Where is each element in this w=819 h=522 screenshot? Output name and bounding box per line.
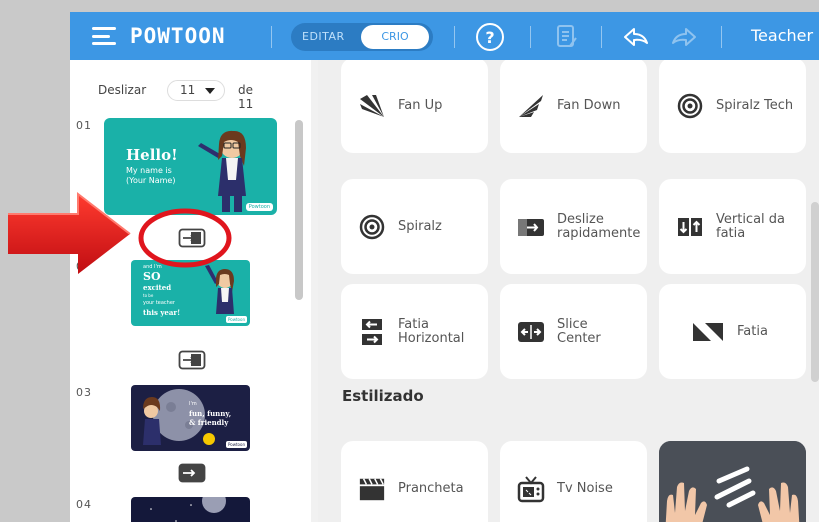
slide-text: (Your Name) [126,176,176,185]
slide-text: to be [143,293,154,298]
top-toolbar: POWTOON EDITAR CRIO ? Teacher [70,12,819,60]
slide-text: I'm [189,401,197,407]
slide-text-big: SO [143,270,161,283]
transition-label: Spiralz [398,218,442,234]
spiral-icon [676,92,704,120]
transition-label: Spiralz Tech [716,97,794,113]
slide-text: excited [143,283,172,292]
vertical-slice-icon [676,213,704,241]
transitions-panel: Fan Up Fan Down Spiralz Tech Spiralz Des… [318,60,819,522]
slide-thumbnail[interactable] [131,497,250,522]
slide-number-select[interactable]: 11 [167,80,225,101]
slide-number: 01 [76,119,92,132]
divider [530,26,531,48]
notes-icon[interactable] [553,23,581,51]
transition-label: Fan Up [398,97,443,113]
transition-fatia-horizontal[interactable]: Fatia Horizontal [341,284,488,379]
slide-total-label: de 11 [238,83,254,111]
fan-down-icon [517,92,545,120]
transition-label: Fan Down [557,97,621,113]
teacher-character-illustration [205,265,234,314]
divider [454,26,455,48]
transition-icon [178,228,206,248]
slide-thumbnail[interactable]: I'm fun, funny, & friendly Powtoon [131,385,250,451]
slide-title: Hello! [126,146,178,164]
transition-fan-down[interactable]: Fan Down [500,60,647,153]
powtoon-logo: POWTOON [130,24,226,48]
slide-text: fun, funny, [189,409,232,418]
slide-text: & friendly [189,418,229,427]
help-icon[interactable]: ? [476,23,504,51]
mode-editar-option[interactable]: EDITAR [302,30,345,43]
slide-number: 04 [76,498,92,511]
transition-prancheta[interactable]: Prancheta [341,441,488,522]
divider [601,26,602,48]
slides-panel: Deslizar 11 de 11 01 Hello! My name is (… [70,60,311,522]
night-sky-illustration [150,497,226,522]
spiral-icon [358,213,386,241]
transition-label: Fatia [737,323,768,339]
slide-number: 03 [76,386,92,399]
transition-label: Vertical da fatia [716,211,786,241]
mode-crio-option[interactable]: CRIO [361,25,429,49]
transition-spiralz[interactable]: Spiralz [341,179,488,274]
menu-icon[interactable] [92,27,116,45]
transition-spiralz-tech[interactable]: Spiralz Tech [659,60,806,153]
add-transition-button[interactable] [178,350,206,370]
horizontal-slice-icon [358,318,386,346]
caret-down-icon [205,88,215,94]
slide-thumbnail[interactable]: and I'm SO excited to be your teacher th… [131,260,250,326]
transition-icon [178,463,206,483]
slides-scrollbar[interactable] [295,120,303,300]
slide-text: your teacher [143,300,175,306]
transition-fatia[interactable]: Fatia [659,284,806,379]
transition-deslize-rapidamente[interactable]: Deslize rapidamente [500,179,647,274]
powtoon-badge: Powtoon [226,316,247,323]
teacher-character-illustration [198,130,246,212]
transition-label: Deslize rapidamente [557,211,641,241]
slide-label: Deslizar [98,83,147,97]
slide-thumbnail[interactable]: Hello! My name is (Your Name) Powtoon [104,118,277,215]
transition-vertical-da-fatia[interactable]: Vertical da fatia [659,179,806,274]
tv-icon [517,475,545,503]
add-transition-button[interactable] [178,228,206,248]
divider [271,26,272,48]
transition-icon [178,350,206,370]
add-transition-button[interactable] [178,463,206,483]
clapperboard-icon [358,475,386,503]
undo-icon[interactable] [622,23,650,51]
transition-label: Slice Center [557,316,601,346]
transition-label: Tv Noise [557,480,613,496]
slide-text: this year! [143,308,181,317]
mode-toggle[interactable]: EDITAR CRIO [291,23,433,51]
hands-transition-preview-illustration [659,441,806,522]
section-title-stylized: Estilizado [342,387,424,405]
powtoon-badge: Powtoon [226,441,247,448]
divider [721,26,722,48]
slide-number: 0 [76,260,84,273]
transition-slice-center[interactable]: Slice Center [500,284,647,379]
slice-center-icon [517,318,545,346]
transition-stylized-preview[interactable] [659,441,806,522]
transition-tv-noise[interactable]: Tv Noise [500,441,647,522]
transition-label: Fatia Horizontal [398,316,465,346]
swipe-icon [517,213,545,241]
powtoon-editor: POWTOON EDITAR CRIO ? Teacher Deslizar 1… [70,12,819,522]
redo-icon[interactable] [670,23,698,51]
transition-fan-up[interactable]: Fan Up [341,60,488,153]
slide-text: My name is [126,166,172,175]
fan-up-icon [358,92,386,120]
transition-label: Prancheta [398,480,464,496]
user-name[interactable]: Teacher [751,26,813,45]
powtoon-badge: Powtoon [245,203,273,211]
transitions-scrollbar[interactable] [811,202,819,382]
slice-icon [691,318,725,346]
slide-number-value: 11 [180,83,196,97]
